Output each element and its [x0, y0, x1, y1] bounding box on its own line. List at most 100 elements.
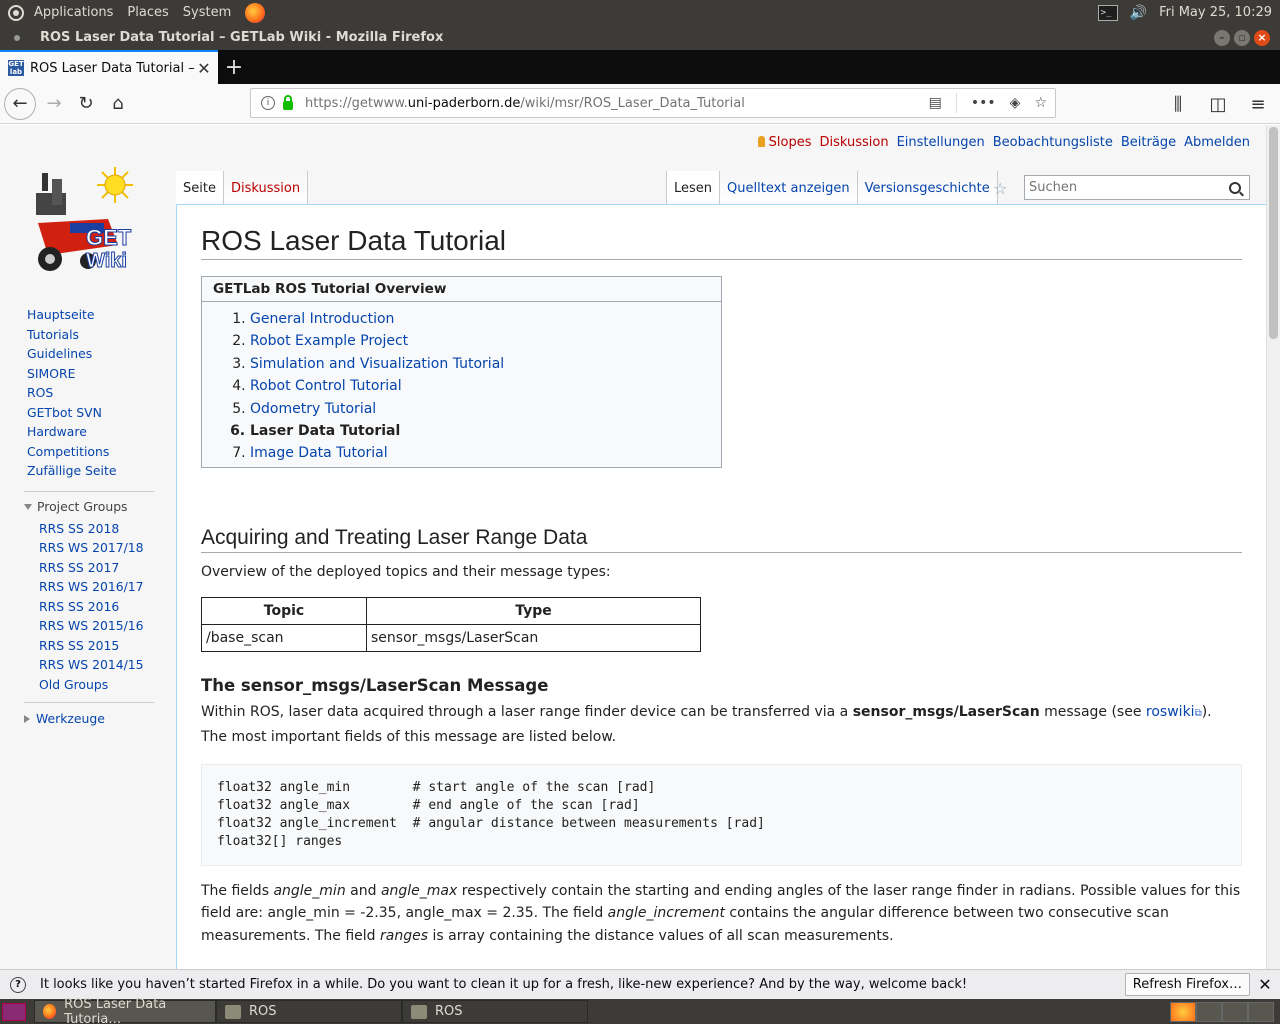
project-group-rrs-ws-2016-17[interactable]: RRS WS 2016/17 — [39, 577, 176, 597]
page-scrollbar[interactable] — [1266, 125, 1280, 969]
roswiki-link[interactable]: roswiki — [1146, 704, 1195, 720]
project-group-rrs-ws-2014-15[interactable]: RRS WS 2014/15 — [39, 655, 176, 675]
project-group-rrs-ss-2017[interactable]: RRS SS 2017 — [39, 558, 176, 578]
browser-tab[interactable]: GETlab ROS Laser Data Tutorial – GETLab … — [0, 50, 218, 84]
sidebar-toggle-icon[interactable]: ◫ — [1202, 88, 1234, 120]
preferences-link[interactable]: Einstellungen — [897, 135, 985, 150]
sidebar-item-tutorials[interactable]: Tutorials — [27, 325, 176, 345]
search-input[interactable] — [1025, 180, 1229, 195]
workspace-1[interactable] — [1170, 1001, 1196, 1022]
user-link[interactable]: Slopes — [758, 135, 812, 150]
hamburger-menu-icon[interactable]: ≡ — [1242, 88, 1274, 120]
back-button[interactable]: ← — [4, 87, 36, 120]
site-info-icon[interactable]: i — [261, 96, 275, 110]
url-bar[interactable]: i https://getwww.uni-paderborn.de/wiki/m… — [250, 88, 1056, 118]
terminal-icon[interactable]: >_ — [1097, 4, 1118, 21]
home-button[interactable]: ⌂ — [102, 88, 134, 120]
url-text[interactable]: https://getwww.uni-paderborn.de/wiki/msr… — [305, 96, 929, 111]
tab-title: ROS Laser Data Tutorial – GETLab Wiki — [30, 60, 196, 76]
ubuntu-logo-icon[interactable] — [8, 4, 24, 21]
overview-link[interactable]: Robot Example Project — [250, 333, 408, 349]
table-header-topic: Topic — [201, 597, 367, 626]
search-box[interactable] — [1024, 175, 1250, 200]
new-tab-button[interactable]: + — [218, 50, 250, 84]
overview-link[interactable]: Odometry Tutorial — [250, 401, 376, 417]
sidebar-item-competitions[interactable]: Competitions — [27, 442, 176, 462]
overview-link[interactable]: General Introduction — [250, 311, 394, 327]
lock-icon[interactable] — [283, 94, 293, 110]
tab-read[interactable]: Lesen — [666, 171, 721, 205]
taskbar-item-ros-1[interactable]: ROS — [216, 1000, 402, 1023]
getwiki-logo[interactable]: GET Wiki — [20, 145, 160, 285]
overview-link[interactable]: Simulation and Visualization Tutorial — [250, 356, 504, 372]
workspace-3[interactable] — [1222, 1001, 1248, 1022]
taskbar-item-ros-2[interactable]: ROS — [402, 1000, 588, 1023]
pocket-icon[interactable]: ◈ — [1010, 95, 1021, 111]
user-talk-link[interactable]: Diskussion — [819, 135, 888, 150]
project-group-rrs-ws-2015-16[interactable]: RRS WS 2015/16 — [39, 616, 176, 636]
show-desktop-icon[interactable] — [2, 1002, 26, 1021]
firefox-icon — [43, 1004, 57, 1019]
table-cell-topic: /base_scan — [201, 624, 367, 653]
scrollbar-thumb[interactable] — [1269, 127, 1278, 339]
project-group-old-groups[interactable]: Old Groups — [39, 675, 176, 695]
tab-close-icon[interactable]: ✕ — [196, 59, 212, 78]
workspace-4[interactable] — [1248, 1001, 1274, 1022]
project-group-rrs-ss-2015[interactable]: RRS SS 2015 — [39, 636, 176, 656]
workspace-2[interactable] — [1196, 1001, 1222, 1022]
taskbar-item-firefox[interactable]: ROS Laser Data Tutoria… — [34, 997, 216, 1024]
sidebar-item-hauptseite[interactable]: Hauptseite — [27, 305, 176, 325]
page-actions-icon[interactable]: ••• — [971, 95, 996, 111]
reader-view-icon[interactable]: ▤ — [929, 95, 942, 111]
close-window-button[interactable]: × — [1254, 29, 1270, 46]
library-icon[interactable]: ⫼ — [1162, 88, 1194, 120]
bookmark-star-icon[interactable]: ☆ — [1034, 95, 1047, 111]
watch-star-icon[interactable]: ☆ — [993, 179, 1007, 198]
svg-text:GET: GET — [86, 225, 132, 250]
tools-link[interactable]: Werkzeuge — [36, 711, 105, 726]
minimize-button[interactable]: – — [1214, 29, 1230, 46]
applications-menu[interactable]: Applications — [34, 5, 113, 20]
overview-link[interactable]: Robot Control Tutorial — [250, 378, 402, 394]
close-notification-icon[interactable]: ✕ — [1250, 975, 1280, 994]
watchlist-link[interactable]: Beobachtungsliste — [993, 135, 1113, 150]
contributions-link[interactable]: Beiträge — [1121, 135, 1176, 150]
tools-heading[interactable]: Werkzeuge — [24, 702, 154, 726]
clock[interactable]: Fri May 25, 10:29 — [1159, 5, 1272, 20]
sidebar-item-guidelines[interactable]: Guidelines — [27, 344, 176, 364]
project-group-rrs-ss-2018[interactable]: RRS SS 2018 — [39, 519, 176, 539]
sidebar-item-zuf-llige-seite[interactable]: Zufällige Seite — [27, 461, 176, 481]
tab-view-source-label[interactable]: Quelltext anzeigen — [727, 181, 850, 196]
reload-button[interactable]: ↻ — [70, 88, 102, 120]
volume-icon[interactable]: 🔊 — [1130, 5, 1147, 21]
maximize-button[interactable]: ▫ — [1234, 29, 1250, 46]
sidebar-item-simore[interactable]: SIMORE — [27, 364, 176, 384]
forward-button[interactable]: → — [38, 88, 70, 120]
tab-strip: GETlab ROS Laser Data Tutorial – GETLab … — [0, 50, 1280, 84]
table-header-type: Type — [366, 597, 701, 626]
overview-link[interactable]: Image Data Tutorial — [250, 445, 388, 461]
sidebar-item-getbot-svn[interactable]: GETbot SVN — [27, 403, 176, 423]
sidebar-item-ros[interactable]: ROS — [27, 383, 176, 403]
tab-discussion[interactable]: Diskussion — [223, 171, 309, 205]
window-menu-icon[interactable] — [14, 34, 20, 41]
system-menu[interactable]: System — [183, 5, 231, 20]
firefox-launcher-icon[interactable] — [245, 2, 266, 23]
table-cell-type: sensor_msgs/LaserScan — [366, 624, 701, 653]
search-icon[interactable] — [1229, 181, 1241, 194]
sidebar-item-hardware[interactable]: Hardware — [27, 422, 176, 442]
project-groups-heading[interactable]: Project Groups — [24, 490, 154, 515]
refresh-firefox-button[interactable]: Refresh Firefox… — [1124, 973, 1250, 996]
tab-page[interactable]: Seite — [176, 171, 224, 205]
logout-link[interactable]: Abmelden — [1184, 135, 1250, 150]
overview-item: General Introduction — [250, 308, 721, 330]
tab-history[interactable]: Versionsgeschichte — [857, 171, 998, 205]
tab-view-source[interactable]: Quelltext anzeigen — [720, 171, 858, 205]
workspace-switcher[interactable] — [1170, 1001, 1274, 1022]
tab-discussion-label[interactable]: Diskussion — [231, 181, 300, 196]
tab-history-label[interactable]: Versionsgeschichte — [865, 181, 990, 196]
project-group-rrs-ss-2016[interactable]: RRS SS 2016 — [39, 597, 176, 617]
section-intro: Overview of the deployed topics and thei… — [201, 563, 611, 580]
project-group-rrs-ws-2017-18[interactable]: RRS WS 2017/18 — [39, 538, 176, 558]
places-menu[interactable]: Places — [127, 5, 168, 20]
